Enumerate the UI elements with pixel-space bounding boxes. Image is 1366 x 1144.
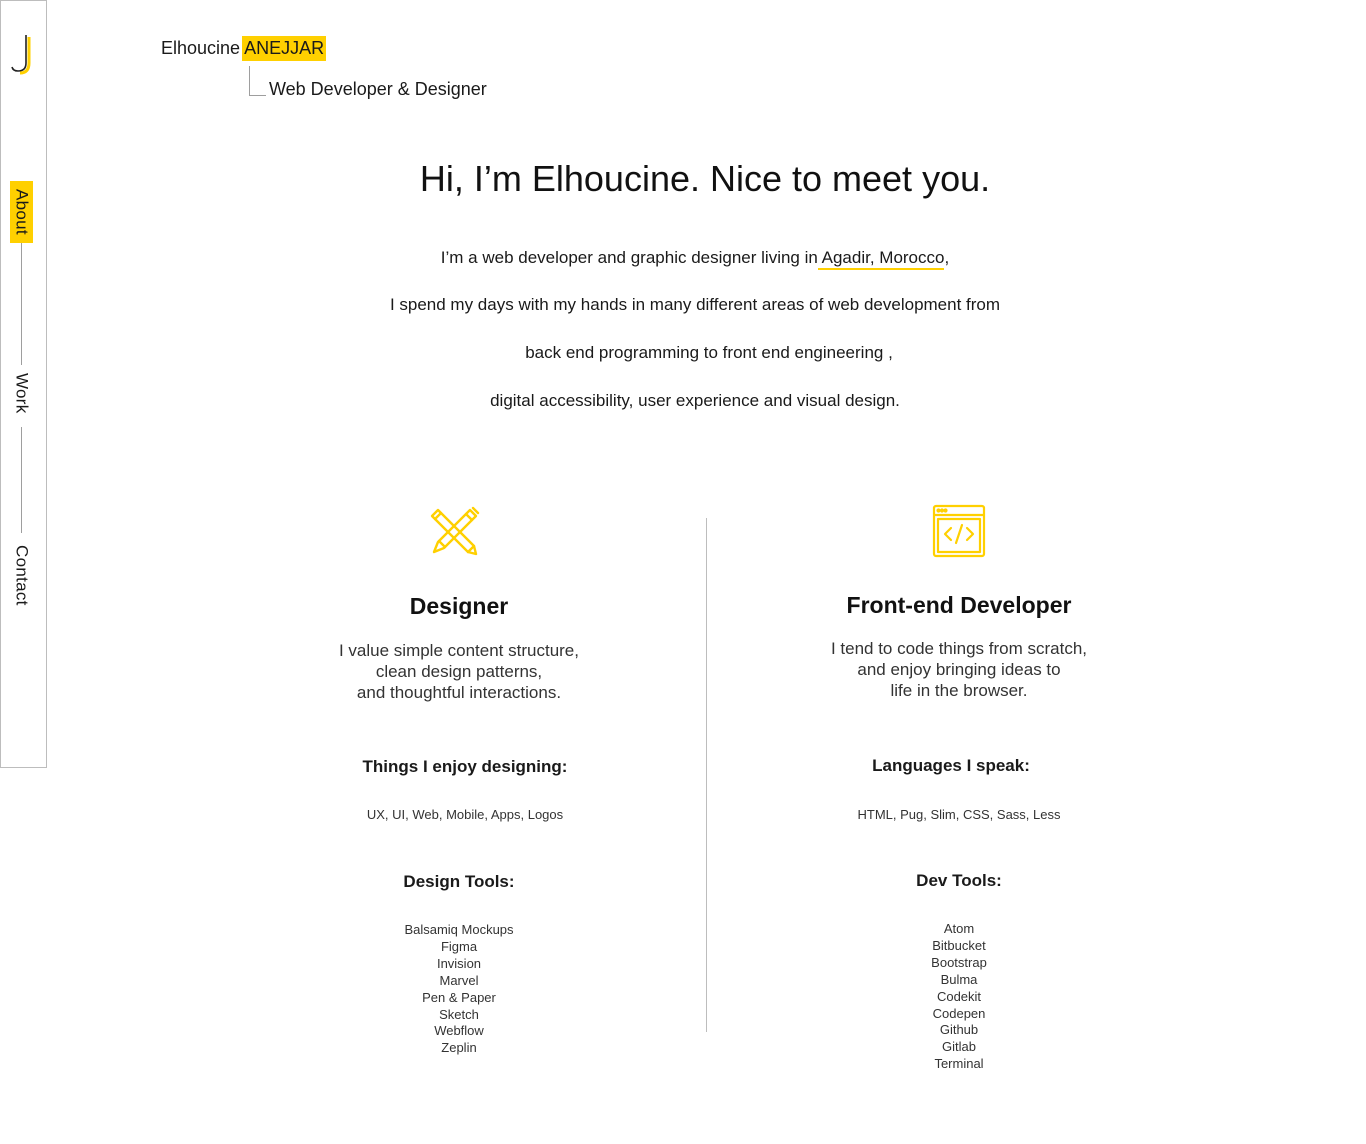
page-title: Hi, I’m Elhoucine. Nice to meet you.: [419, 158, 991, 199]
languages-heading: Languages I speak:: [872, 756, 1030, 775]
pencil-pen-icon: [430, 506, 480, 556]
intro-line-4: digital accessibility, user experience a…: [490, 391, 900, 410]
brand-last-name: ANEJJAR: [242, 36, 327, 61]
brand-name[interactable]: Elhoucine ANEJJAR: [161, 36, 327, 61]
developer-desc-line: and enjoy bringing ideas to: [857, 660, 1061, 679]
design-tools-heading: Design Tools:: [403, 872, 515, 891]
developer-column: Front-end Developer I tend to code thing…: [709, 500, 1209, 1090]
brand-tagline: Web Developer & Designer: [269, 79, 487, 99]
intro-line-2: I spend my days with my hands in many di…: [389, 295, 1001, 314]
developer-description: I tend to code things from scratch, and …: [709, 638, 1209, 701]
designer-column: Designer I value simple content structur…: [209, 500, 709, 1080]
intro-line-1-end: ,: [944, 248, 950, 267]
list-item: Balsamiq Mockups: [404, 922, 514, 937]
list-item: Terminal: [934, 1056, 984, 1072]
intro-line-1: I’m a web developer and graphic designer…: [0, 248, 1366, 270]
list-item: Marvel: [439, 972, 479, 988]
intro-line-3: back end programming to front end engine…: [525, 343, 893, 362]
code-window-icon: [932, 504, 986, 558]
list-item: Bulma: [940, 971, 978, 987]
things-heading: Things I enjoy designing:: [362, 757, 568, 776]
intro-line-1-text: I’m a web developer and graphic designer…: [440, 248, 818, 267]
dev-tools-heading: Dev Tools:: [916, 871, 1002, 890]
nav-divider: [21, 427, 22, 533]
nav-item-contact-label: Contact: [12, 544, 32, 606]
list-item: Sketch: [439, 1006, 479, 1022]
list-item: Codepen: [932, 1005, 986, 1021]
list-item: Github: [939, 1022, 979, 1038]
list-item: Gitlab: [942, 1039, 976, 1055]
design-tools-list: Balsamiq Mockups Figma Invision Marvel P…: [209, 922, 709, 1057]
things-list: UX, UI, Web, Mobile, Apps, Logos: [366, 807, 564, 822]
designer-desc-line: I value simple content structure,: [338, 641, 579, 660]
tagline-connector: [249, 66, 266, 96]
list-item: Zeplin: [441, 1040, 477, 1056]
designer-desc-line: and thoughtful interactions.: [356, 683, 562, 702]
list-item: Pen & Paper: [422, 989, 496, 1005]
developer-desc-line: I tend to code things from scratch,: [830, 639, 1088, 658]
designer-title: Designer: [409, 593, 509, 619]
designer-description: I value simple content structure, clean …: [209, 640, 709, 703]
list-item: Figma: [440, 938, 478, 954]
list-item: Webflow: [434, 1023, 484, 1039]
designer-desc-line: clean design patterns,: [375, 662, 543, 681]
developer-desc-line: life in the browser.: [890, 681, 1028, 700]
sidebar: About Work Contact: [0, 0, 47, 768]
brand-first-name: Elhoucine: [161, 38, 241, 58]
languages-list: HTML, Pug, Slim, CSS, Sass, Less: [857, 807, 1061, 822]
nav-item-contact[interactable]: Contact: [10, 539, 33, 611]
list-item: Bitbucket: [932, 937, 986, 953]
list-item: Invision: [436, 955, 482, 971]
list-item: Atom: [943, 921, 975, 936]
list-item: Bootstrap: [931, 954, 987, 970]
developer-title: Front-end Developer: [846, 592, 1072, 618]
list-item: Codekit: [936, 988, 982, 1004]
location-link[interactable]: Agadir, Morocco: [817, 248, 945, 270]
dev-tools-list: Atom Bitbucket Bootstrap Bulma Codekit C…: [709, 921, 1209, 1073]
logo-icon[interactable]: [10, 33, 36, 75]
